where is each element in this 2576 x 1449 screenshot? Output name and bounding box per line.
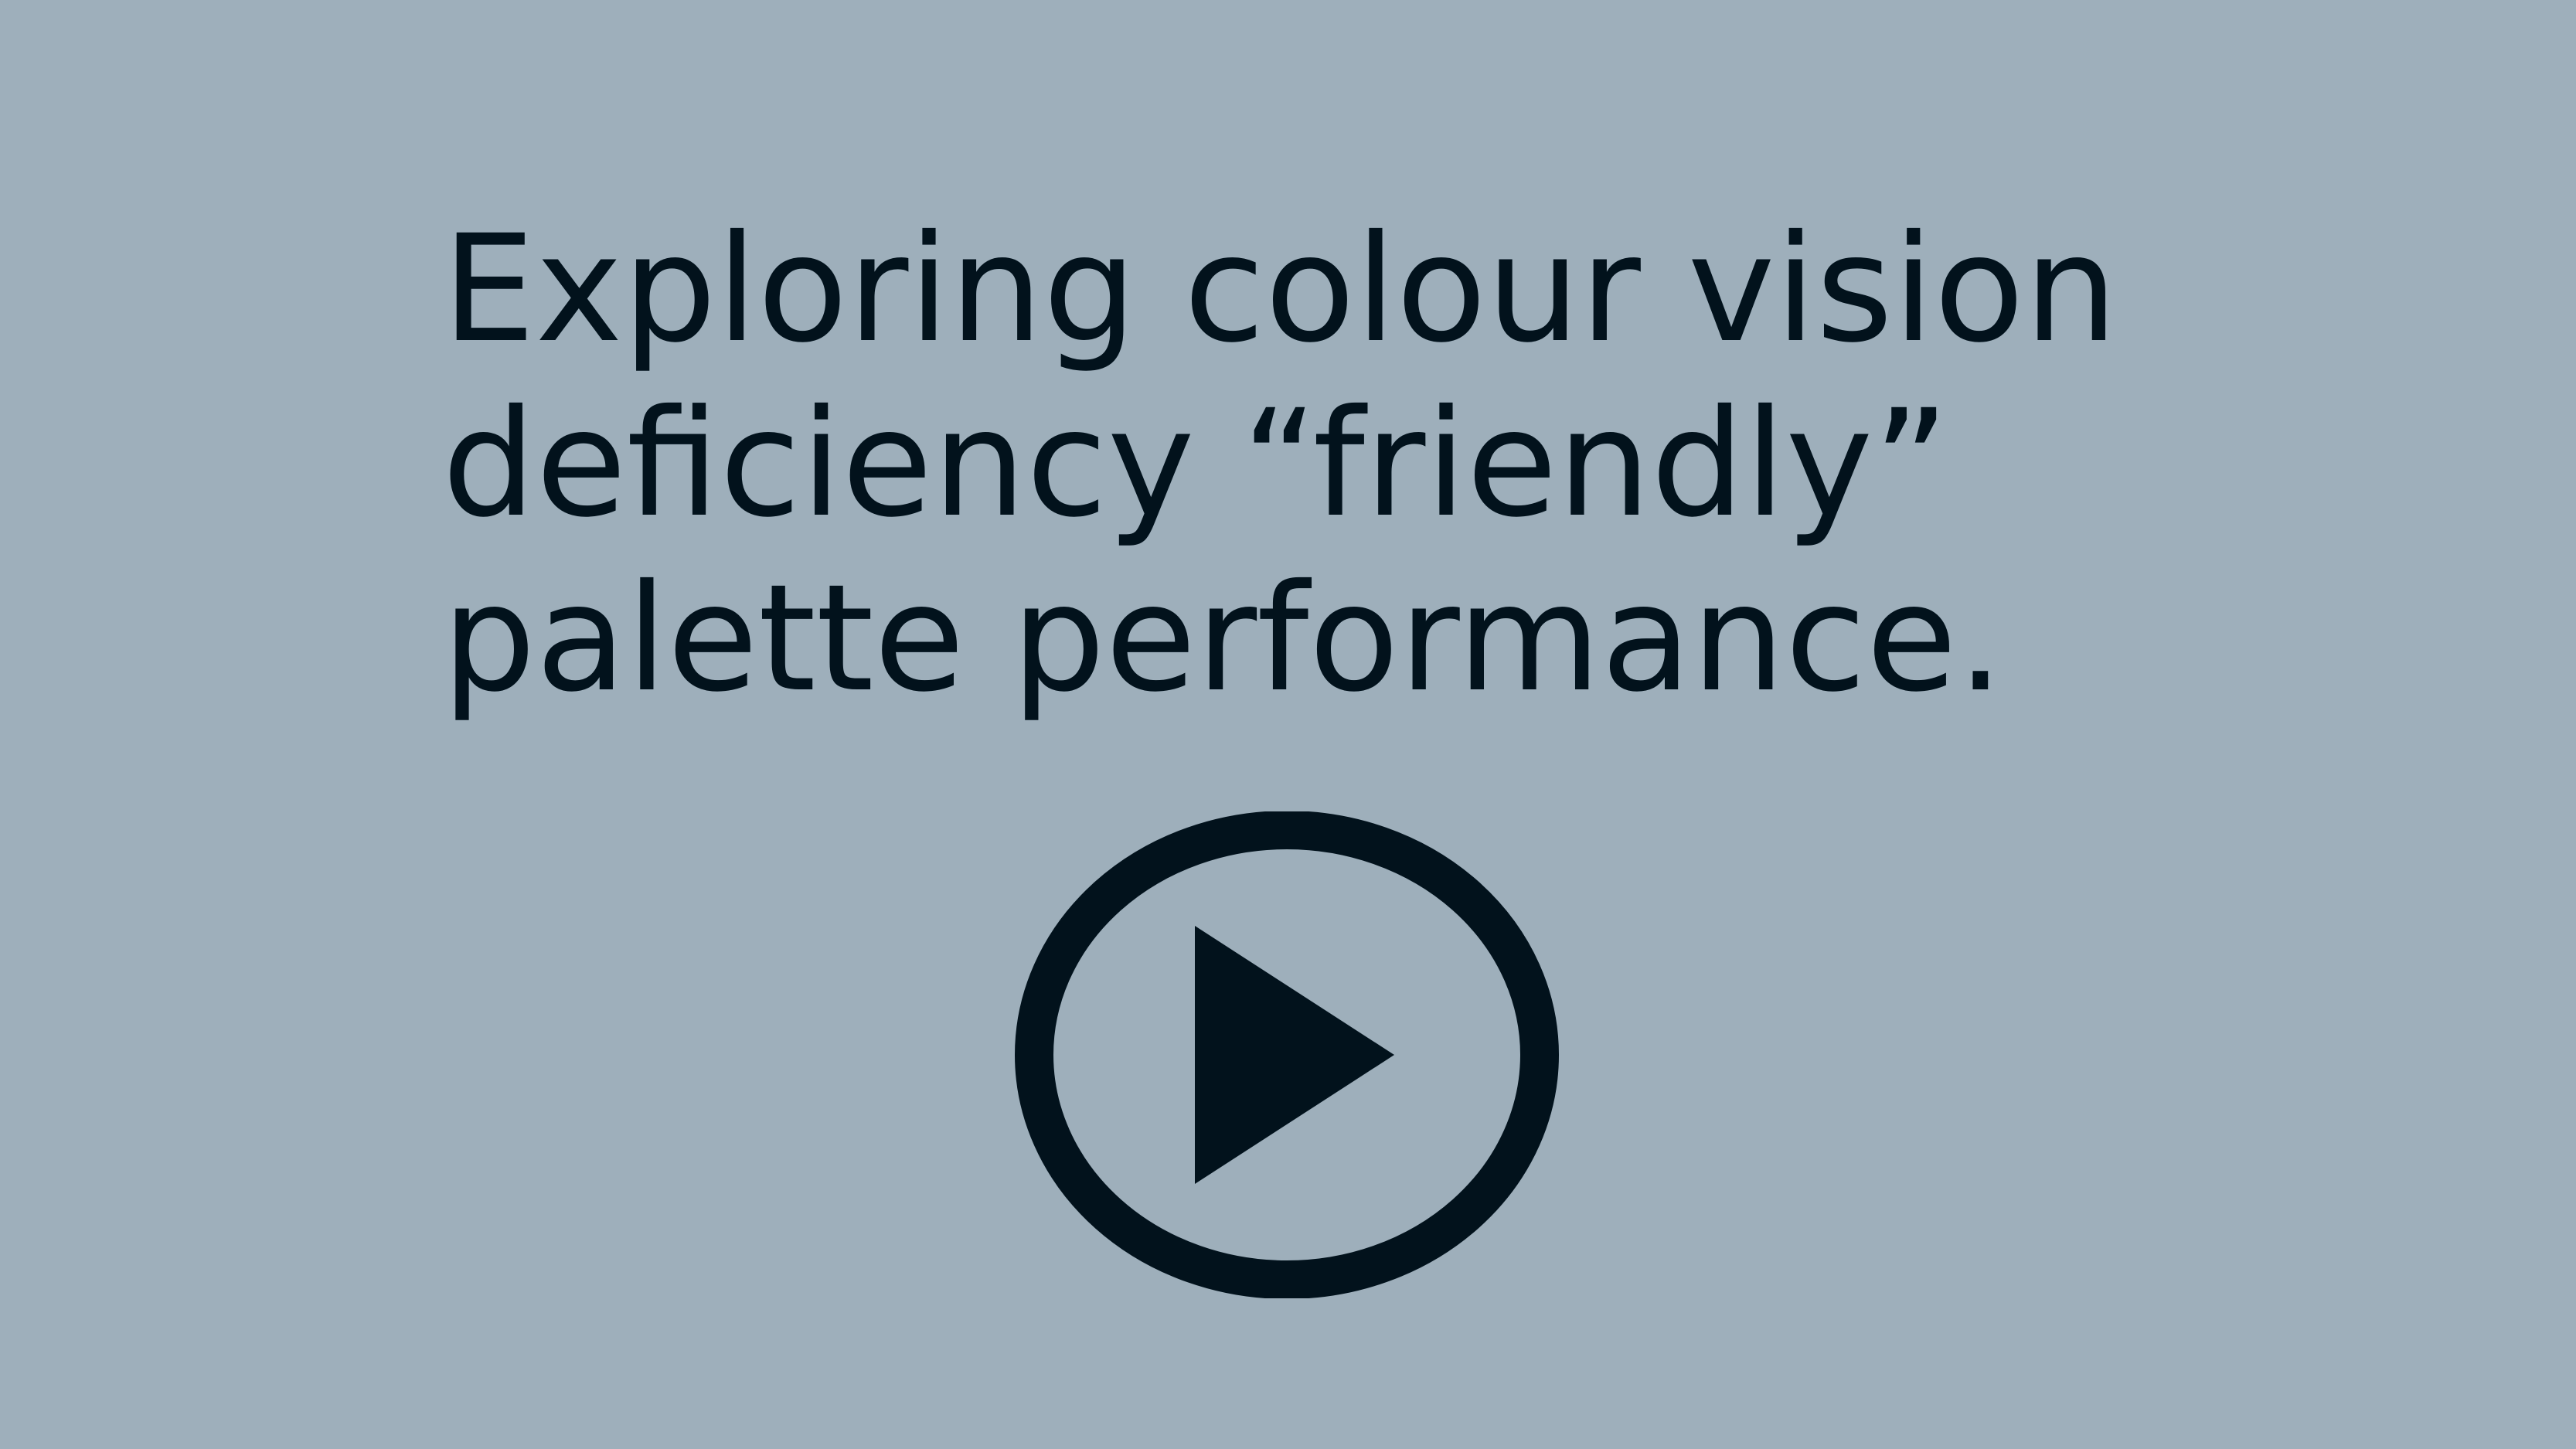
title-line-3: palette performance. [442, 553, 2004, 725]
play-icon [1015, 811, 1559, 1298]
video-slide: Exploring colour vision deficiency “frie… [0, 0, 2576, 1449]
slide-title: Exploring colour vision deficiency “frie… [442, 202, 2220, 726]
play-button[interactable] [1013, 811, 1560, 1298]
title-line-2: deficiency “friendly” [442, 379, 1950, 550]
play-triangle [1195, 926, 1394, 1184]
title-line-1: Exploring colour vision [442, 204, 2118, 376]
